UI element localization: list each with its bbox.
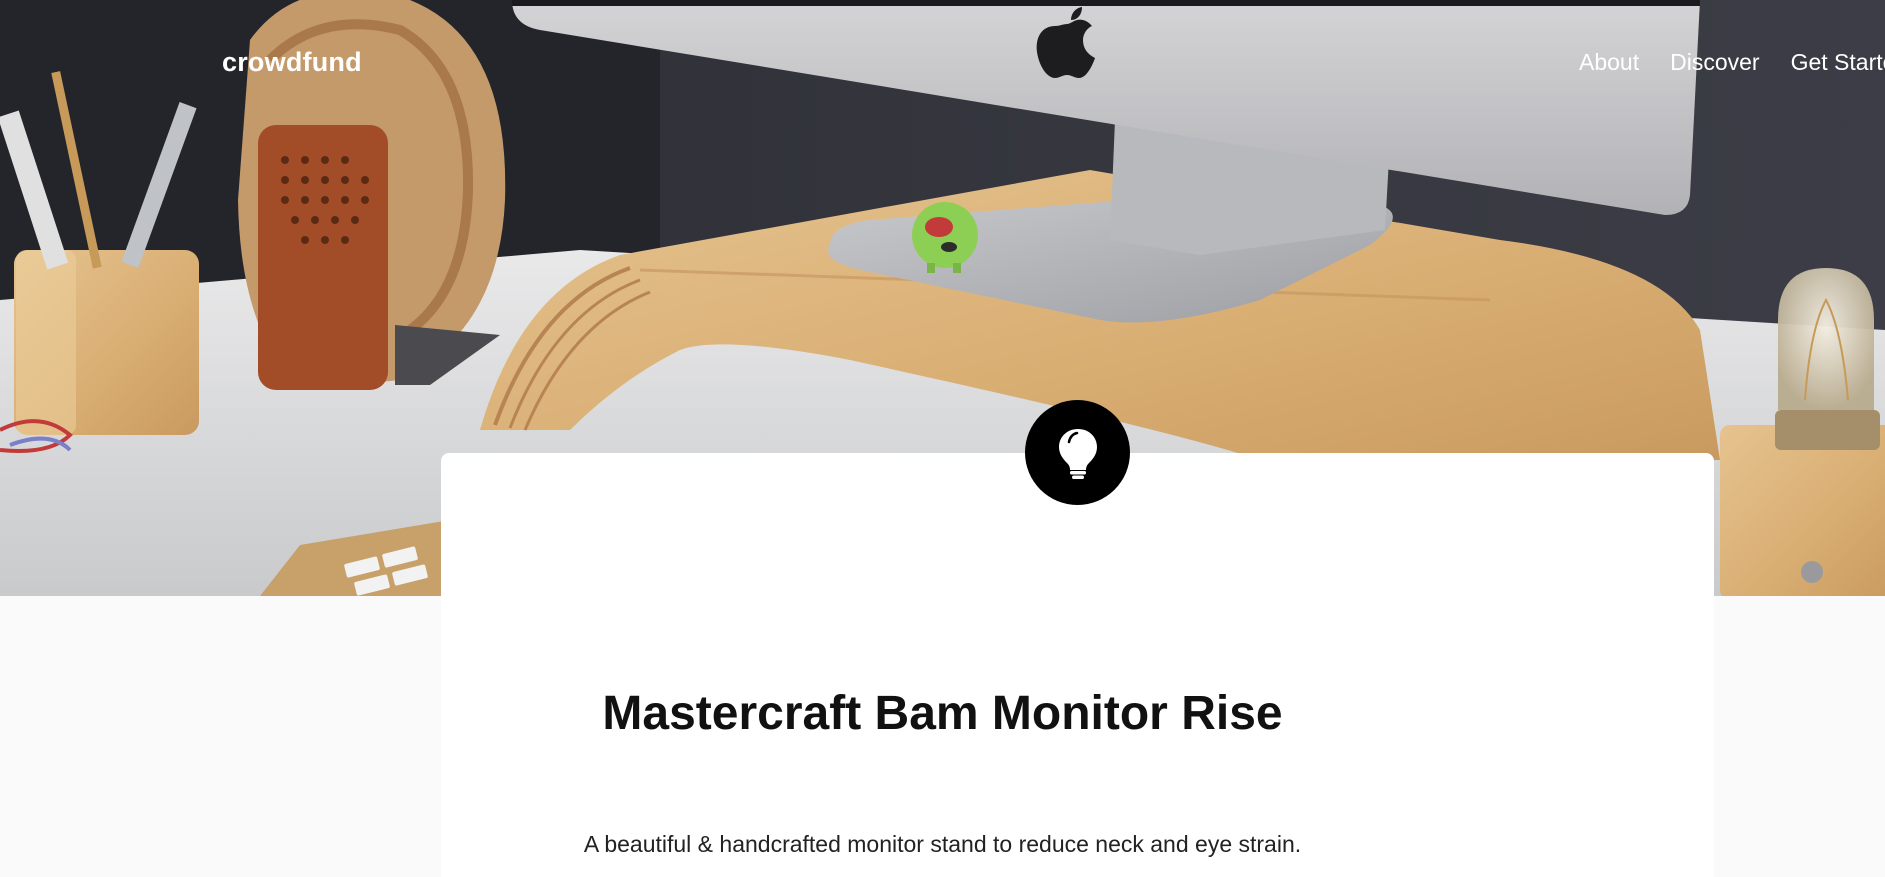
- lightbulb-icon: [1058, 428, 1097, 479]
- nav-link-about[interactable]: About: [1579, 49, 1639, 76]
- project-icon-badge: [1025, 400, 1130, 505]
- main-nav: About Discover Get Started: [1579, 49, 1885, 76]
- nav-link-discover[interactable]: Discover: [1670, 49, 1759, 76]
- project-description: A beautiful & handcrafted monitor stand …: [583, 831, 1302, 857]
- project-card: [441, 453, 1714, 877]
- page: crowdfund About Discover Get Started Mas…: [0, 0, 1885, 877]
- site-header: crowdfund About Discover Get Started: [0, 0, 1885, 130]
- nav-link-get-started[interactable]: Get Started: [1791, 49, 1885, 76]
- project-title: Mastercraft Bam Monitor Rise: [602, 687, 1283, 740]
- logo-link[interactable]: crowdfund: [222, 47, 362, 78]
